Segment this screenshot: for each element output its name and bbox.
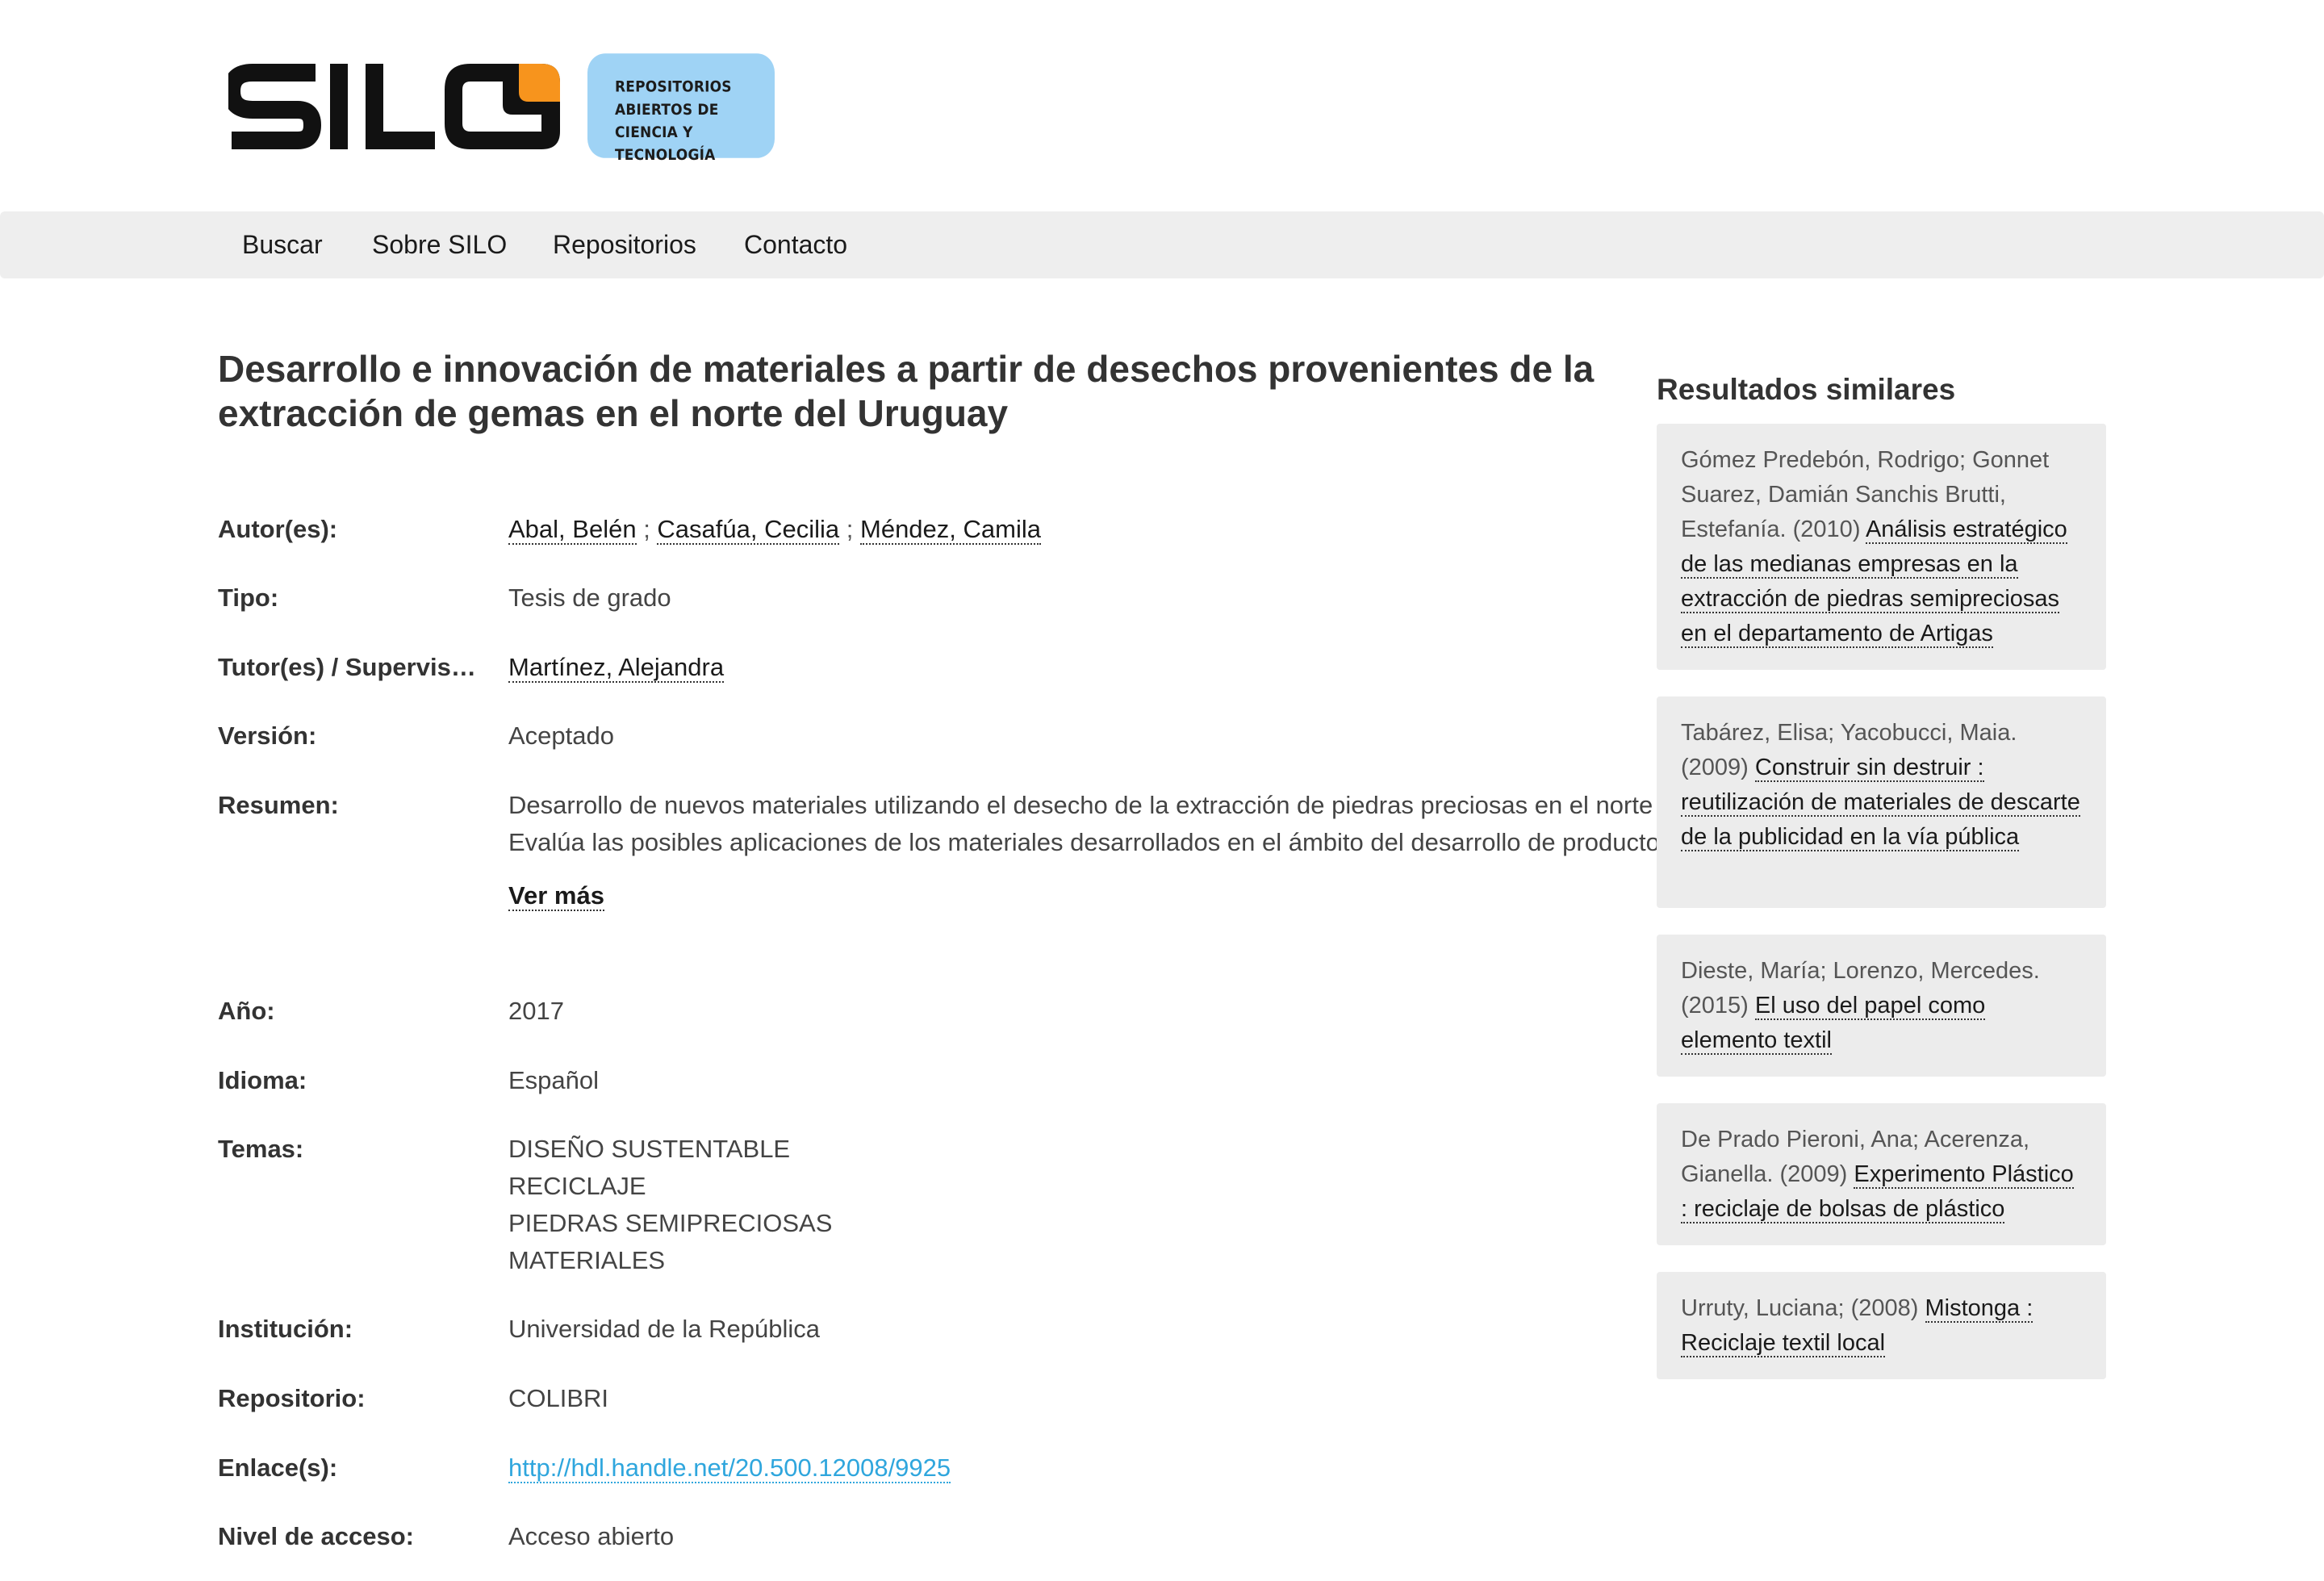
- value-version: Aceptado: [508, 721, 614, 750]
- ver-mas-link[interactable]: Ver más: [508, 881, 604, 911]
- similar-result-card: De Prado Pieroni, Ana; Acerenza, Gianell…: [1657, 1103, 2106, 1245]
- result-authors: Urruty, Luciana; (2008): [1681, 1295, 1925, 1321]
- site-header: REPOSITORIOS ABIERTOS DE CIENCIA Y TECNO…: [0, 0, 2324, 211]
- author-separator: ;: [846, 515, 860, 543]
- similar-result-card: Urruty, Luciana; (2008) Mistonga : Recic…: [1657, 1272, 2106, 1379]
- author-link[interactable]: Méndez, Camila: [860, 515, 1041, 545]
- tutor-link[interactable]: Martínez, Alejandra: [508, 653, 725, 683]
- handle-link[interactable]: http://hdl.handle.net/20.500.12008/9925: [508, 1453, 951, 1483]
- nav-item-buscar[interactable]: Buscar: [242, 211, 323, 278]
- silo-logo[interactable]: [222, 55, 567, 158]
- abstract-text: Desarrollo de nuevos materiales utilizan…: [508, 791, 1755, 856]
- author-separator: ;: [643, 515, 658, 543]
- value-authors: Abal, Belén ; Casafúa, Cecilia ; Méndez,…: [508, 511, 1832, 548]
- label-abstract: Resumen:: [218, 791, 339, 819]
- nav-item-sobre-silo[interactable]: Sobre SILO: [372, 211, 507, 278]
- value-language: Español: [508, 1066, 600, 1094]
- author-link[interactable]: Casafúa, Cecilia: [657, 515, 840, 545]
- label-year: Año:: [218, 997, 275, 1025]
- similar-results-title: Resultados similares: [1657, 373, 1956, 406]
- record-title: Desarrollo e innovación de materiales a …: [218, 348, 1595, 434]
- value-repository: COLIBRI: [508, 1384, 609, 1412]
- value-abstract: Desarrollo de nuevos materiales utilizan…: [508, 787, 1832, 914]
- label-repository: Repositorio:: [218, 1384, 366, 1412]
- silo-logo-mark: [222, 64, 560, 149]
- label-version: Versión:: [218, 721, 317, 750]
- label-type: Tipo:: [218, 583, 279, 612]
- value-links: http://hdl.handle.net/20.500.12008/9925: [508, 1449, 1832, 1487]
- similar-result-card: Dieste, María; Lorenzo, Mercedes. (2015)…: [1657, 935, 2106, 1077]
- label-access: Nivel de acceso:: [218, 1522, 414, 1550]
- label-language: Idioma:: [218, 1066, 307, 1094]
- value-tutors: Martínez, Alejandra: [508, 649, 1832, 686]
- value-type: Tesis de grado: [508, 583, 671, 612]
- value-institution: Universidad de la República: [508, 1315, 821, 1343]
- logo-tagline: REPOSITORIOS ABIERTOS DE CIENCIA Y TECNO…: [587, 53, 775, 164]
- value-access: Acceso abierto: [508, 1522, 675, 1550]
- author-link[interactable]: Abal, Belén: [508, 515, 637, 545]
- tagline-line-2: ABIERTOS DE CIENCIA Y: [615, 101, 719, 142]
- value-topics: DISEÑO SUSTENTABLE RECICLAJE PIEDRAS SEM…: [508, 1131, 1832, 1279]
- value-year: 2017: [508, 997, 564, 1025]
- similar-result-card: Gómez Predebón, Rodrigo; Gonnet Suarez, …: [1657, 424, 2106, 670]
- topic-item: RECICLAJE: [508, 1172, 646, 1200]
- label-tutors: Tutor(es) / Supervisor(es):: [218, 653, 484, 681]
- similar-result-card: Tabárez, Elisa; Yacobucci, Maia. (2009) …: [1657, 696, 2106, 908]
- topic-item: PIEDRAS SEMIPRECIOSAS: [508, 1209, 833, 1237]
- topic-item: DISEÑO SUSTENTABLE: [508, 1135, 791, 1163]
- main-nav: Buscar Sobre SILO Repositorios Contacto: [0, 211, 2324, 278]
- tagline-line-1: REPOSITORIOS: [615, 78, 732, 97]
- label-topics: Temas:: [218, 1135, 304, 1163]
- nav-item-contacto[interactable]: Contacto: [744, 211, 847, 278]
- label-institution: Institución:: [218, 1315, 353, 1343]
- label-links: Enlace(s):: [218, 1453, 338, 1482]
- topic-item: MATERIALES: [508, 1246, 666, 1274]
- label-authors: Autor(es):: [218, 515, 338, 543]
- tagline-line-3: TECNOLOGÍA: [615, 146, 716, 165]
- nav-item-repositorios[interactable]: Repositorios: [553, 211, 696, 278]
